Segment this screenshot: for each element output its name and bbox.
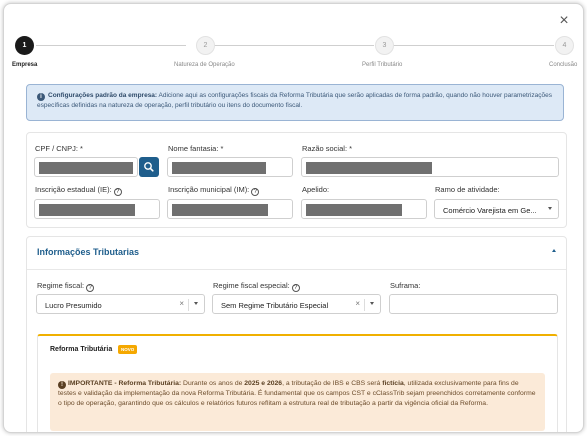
redacted-value bbox=[306, 204, 402, 216]
redacted-value bbox=[39, 204, 135, 216]
step-3-label: Perfil Tributário bbox=[362, 62, 403, 68]
fiscal-regime-select[interactable]: Lucro Presumido × bbox=[36, 294, 205, 314]
warning-text: , a tributação de IBS e CBS será bbox=[282, 380, 383, 387]
activity-value: Comércio Varejista em Ge... bbox=[443, 206, 537, 215]
suframa-label: Suframa: bbox=[390, 281, 421, 290]
warning-lead: IMPORTANTE - Reforma Tributária: bbox=[68, 380, 182, 387]
redacted-value bbox=[172, 162, 266, 174]
close-icon[interactable]: × bbox=[557, 13, 571, 29]
city-registration-label: Inscrição municipal (IM):? bbox=[168, 185, 260, 196]
section-title[interactable]: Informações Tributarias bbox=[37, 247, 139, 257]
clear-icon[interactable]: × bbox=[355, 299, 360, 308]
fantasy-name-label: Nome fantasia: * bbox=[168, 144, 224, 153]
city-registration-field[interactable] bbox=[167, 199, 293, 219]
step-1-circle[interactable]: 1 bbox=[15, 36, 34, 55]
help-icon[interactable]: ? bbox=[113, 188, 122, 196]
special-regime-value: Sem Regime Tributário Especial bbox=[221, 301, 329, 310]
info-icon: i bbox=[37, 93, 45, 101]
search-icon bbox=[144, 162, 154, 172]
step-2-label: Natureza de Operação bbox=[174, 62, 235, 68]
warning-text: Durante os anos de bbox=[181, 380, 245, 387]
company-card: CPF / CNPJ: * Nome fantasia: * Razão soc… bbox=[26, 132, 567, 228]
warning-emphasis: fictícia bbox=[382, 380, 404, 387]
activity-select[interactable]: Comércio Varejista em Ge... bbox=[434, 199, 559, 219]
chevron-up-icon[interactable] bbox=[552, 249, 556, 252]
step-4-circle[interactable]: 4 bbox=[555, 36, 574, 55]
redacted-value bbox=[172, 204, 268, 216]
fiscal-regime-label: Regime fiscal:? bbox=[37, 281, 95, 292]
chevron-down-icon bbox=[194, 302, 198, 305]
corporate-name-label: Razão social: * bbox=[302, 144, 353, 153]
step-connector bbox=[214, 45, 374, 46]
warning-icon: ! bbox=[58, 381, 66, 389]
nickname-field[interactable] bbox=[301, 199, 427, 219]
help-icon[interactable]: ? bbox=[86, 284, 95, 292]
step-1-label: Empresa bbox=[12, 62, 38, 68]
modal-window: × 1 2 3 4 Empresa Natureza de Operação P… bbox=[3, 3, 584, 433]
fiscal-regime-value: Lucro Presumido bbox=[45, 301, 102, 310]
state-registration-label: Inscrição estadual (IE):? bbox=[35, 185, 122, 196]
divider bbox=[188, 299, 189, 311]
redacted-value bbox=[39, 162, 133, 174]
info-banner: i Configurações padrão da empresa: Adicio… bbox=[26, 84, 564, 121]
stepper: 1 2 3 4 Empresa Natureza de Operação Per… bbox=[4, 36, 583, 76]
suframa-field[interactable] bbox=[389, 294, 558, 314]
step-connector bbox=[36, 45, 186, 46]
special-regime-label: Regime fiscal especial:? bbox=[213, 281, 300, 292]
step-2-circle[interactable]: 2 bbox=[196, 36, 215, 55]
help-icon[interactable]: ? bbox=[251, 188, 260, 196]
cnpj-label: CPF / CNPJ: * bbox=[35, 144, 83, 153]
reform-title: Reforma Tributária bbox=[50, 346, 113, 353]
clear-icon[interactable]: × bbox=[179, 299, 184, 308]
chevron-down-icon bbox=[370, 302, 374, 305]
search-button[interactable] bbox=[139, 157, 159, 177]
redacted-value bbox=[306, 162, 432, 174]
info-title: Configurações padrão da empresa: bbox=[48, 92, 158, 99]
fantasy-name-field[interactable] bbox=[167, 157, 293, 177]
activity-label: Ramo de atividade: bbox=[435, 185, 500, 194]
nickname-label: Apelido: bbox=[302, 185, 330, 194]
step-4-label: Conclusão bbox=[549, 62, 578, 68]
step-3-circle[interactable]: 3 bbox=[375, 36, 394, 55]
chevron-down-icon bbox=[548, 207, 552, 210]
divider bbox=[27, 269, 566, 270]
divider bbox=[364, 299, 365, 311]
step-connector bbox=[394, 45, 554, 46]
special-regime-select[interactable]: Sem Regime Tributário Especial × bbox=[212, 294, 381, 314]
warning-box: ! IMPORTANTE - Reforma Tributária: Durant… bbox=[50, 373, 545, 431]
tax-info-section: Informações Tributarias Regime fiscal:? … bbox=[26, 236, 567, 432]
corporate-name-field[interactable] bbox=[301, 157, 559, 177]
state-registration-field[interactable] bbox=[34, 199, 160, 219]
warning-years: 2025 e 2026 bbox=[244, 380, 283, 387]
help-icon[interactable]: ? bbox=[291, 284, 300, 292]
tax-reform-panel: Reforma Tributária NOVO ! IMPORTANTE - Re… bbox=[37, 334, 558, 432]
new-badge: NOVO bbox=[118, 345, 138, 354]
cnpj-field[interactable] bbox=[34, 157, 138, 177]
